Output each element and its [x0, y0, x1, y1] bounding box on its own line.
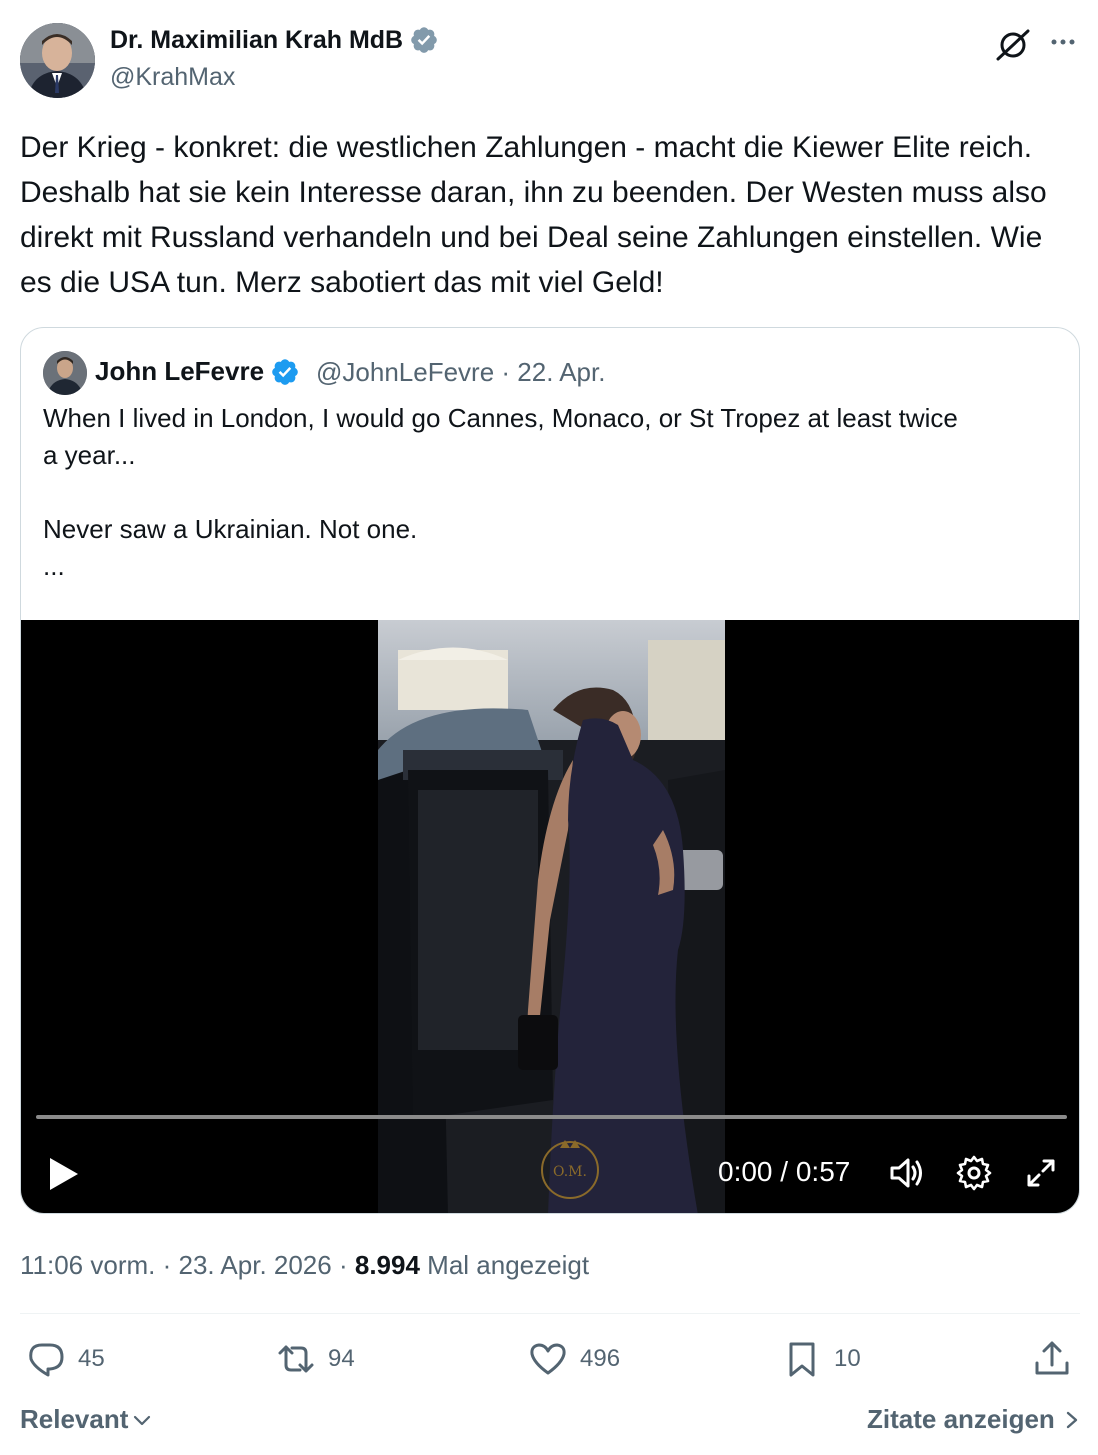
grok-icon[interactable]: [994, 26, 1032, 64]
share-button[interactable]: [1032, 1339, 1072, 1379]
view-quotes-label: Zitate anzeigen: [867, 1404, 1055, 1434]
author-avatar[interactable]: [20, 23, 95, 98]
quoted-text-line: ...: [43, 551, 65, 581]
bookmark-count: 10: [834, 1345, 861, 1372]
quoted-text-line: [43, 474, 1059, 511]
settings-gear-icon[interactable]: [954, 1153, 994, 1193]
quoted-text-line: Never saw a Ukrainian. Not one.: [43, 514, 418, 544]
bookmark-icon: [789, 1342, 815, 1377]
video-time-separator: /: [780, 1156, 796, 1187]
views-count: 8.994: [354, 1250, 420, 1280]
bookmark-button[interactable]: 10: [782, 1339, 861, 1379]
verified-badge-icon: [411, 27, 437, 53]
tweet-time[interactable]: 11:06 vorm.: [20, 1250, 155, 1280]
reply-button[interactable]: 45: [26, 1339, 105, 1379]
quoted-author-name-row[interactable]: John LeFevre: [95, 356, 300, 387]
video-watermark: O.M.: [553, 1164, 587, 1180]
repost-count: 94: [328, 1345, 355, 1372]
volume-icon[interactable]: [887, 1153, 927, 1193]
verified-badge-icon: [272, 358, 298, 385]
meta-separator: ·: [338, 1250, 355, 1280]
reply-count: 45: [78, 1345, 105, 1372]
share-icon: [1035, 1341, 1069, 1375]
play-icon[interactable]: [47, 1156, 81, 1192]
tweet-timestamp: 11:06 vorm. · 23. Apr. 2026 · 8.994 Mal …: [20, 1250, 589, 1281]
video-time: 0:00 / 0:57: [718, 1156, 850, 1188]
quoted-author-avatar[interactable]: [43, 351, 87, 395]
video-progress-bar[interactable]: [36, 1115, 1067, 1119]
quoted-meta: @JohnLeFevre · 22. Apr.: [316, 357, 605, 388]
like-count: 496: [580, 1345, 621, 1372]
video-current-time: 0:00: [718, 1156, 773, 1187]
like-button[interactable]: 496: [528, 1339, 620, 1379]
sort-dropdown[interactable]: Relevant: [20, 1404, 152, 1435]
quoted-author-handle[interactable]: @JohnLeFevre: [316, 357, 494, 387]
quoted-text-line: a year...: [43, 440, 136, 470]
quoted-author-name[interactable]: John LeFevre: [95, 356, 264, 387]
author-name[interactable]: Dr. Maximilian Krah MdB: [110, 26, 403, 55]
chevron-down-icon: [134, 1415, 151, 1425]
video-thumbnail: O.M.: [378, 620, 725, 1213]
meta-separator: ·: [162, 1250, 179, 1280]
video-player[interactable]: O.M. 0:00 / 0:57: [21, 620, 1079, 1213]
author-name-row[interactable]: Dr. Maximilian Krah MdB: [110, 25, 439, 55]
fullscreen-icon[interactable]: [1021, 1153, 1061, 1193]
repost-button[interactable]: 94: [276, 1339, 355, 1379]
video-duration: 0:57: [795, 1156, 851, 1187]
quoted-tweet-card[interactable]: John LeFevre @JohnLeFevre · 22. Apr. Whe…: [20, 327, 1080, 1214]
chevron-right-icon: [1066, 1411, 1078, 1428]
quoted-date[interactable]: 22. Apr.: [517, 357, 605, 387]
views-label: Mal angezeigt: [427, 1250, 590, 1280]
meta-separator: ·: [501, 357, 518, 387]
tweet-date[interactable]: 23. Apr. 2026: [178, 1250, 331, 1280]
repost-icon: [278, 1345, 314, 1373]
tweet-text: Der Krieg - konkret: die westlichen Zahl…: [20, 131, 1047, 299]
quoted-text-line: When I lived in London, I would go Canne…: [43, 403, 958, 433]
more-options-icon[interactable]: [1046, 26, 1080, 60]
sort-label: Relevant: [20, 1404, 129, 1434]
author-handle[interactable]: @KrahMax: [110, 63, 235, 92]
quoted-tweet-text: When I lived in London, I would go Canne…: [43, 400, 1059, 585]
divider: [20, 1313, 1080, 1314]
reply-icon: [29, 1343, 64, 1377]
view-quotes-link[interactable]: Zitate anzeigen: [867, 1404, 1081, 1435]
heart-icon: [530, 1343, 566, 1375]
